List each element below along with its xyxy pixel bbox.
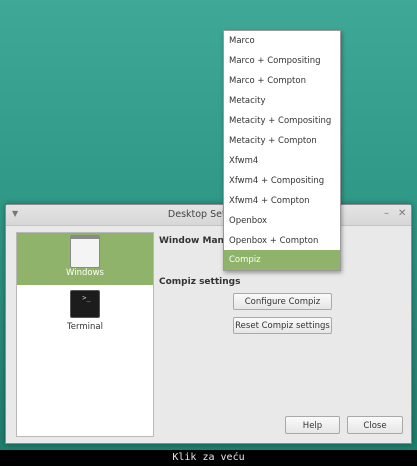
terminal-icon: >_ [70,290,100,318]
compiz-settings-label: Compiz settings [159,277,241,287]
menu-item-marco-compositing[interactable]: Marco + Compositing [224,51,340,71]
sidebar-item-windows[interactable]: Windows [17,233,153,285]
menu-item-openbox[interactable]: Openbox [224,211,340,231]
menu-item-xfwm4[interactable]: Xfwm4 [224,151,340,171]
minimize-icon[interactable]: – [384,208,389,219]
caption-link[interactable]: Klik za veću [0,450,417,466]
window-title: Desktop Settings [167,209,250,220]
sidebar-item-label: Windows [66,268,104,278]
menu-item-xfwm4-compton[interactable]: Xfwm4 + Compton [224,191,340,211]
help-button[interactable]: Help [285,416,340,434]
menu-item-openbox-compton[interactable]: Openbox + Compton [224,231,340,251]
menu-item-compiz[interactable]: Compiz [224,250,340,270]
menu-item-metacity[interactable]: Metacity [224,91,340,111]
window-titlebar[interactable]: ▼ Desktop Settings – ✕ [6,205,411,226]
menu-item-xfwm4-compositing[interactable]: Xfwm4 + Compositing [224,171,340,191]
menu-item-marco[interactable]: Marco [224,31,340,51]
sidebar-item-label: Terminal [67,322,103,332]
close-window-icon[interactable]: ✕ [398,208,406,219]
menu-item-marco-compton[interactable]: Marco + Compton [224,71,340,91]
sidebar-item-terminal[interactable]: >_ Terminal [17,288,153,340]
windows-icon [70,235,100,268]
configure-compiz-button[interactable]: Configure Compiz [233,293,332,310]
menu-item-metacity-compositing[interactable]: Metacity + Compositing [224,111,340,131]
menu-item-metacity-compton[interactable]: Metacity + Compton [224,131,340,151]
sidebar: Windows >_ Terminal [16,232,154,437]
window-manager-dropdown-menu: Marco Marco + Compositing Marco + Compto… [223,30,341,271]
reset-compiz-button[interactable]: Reset Compiz settings [233,317,332,334]
close-button[interactable]: Close [347,416,403,434]
desktop-settings-window: ▼ Desktop Settings – ✕ Windows >_ Termin… [5,204,412,444]
